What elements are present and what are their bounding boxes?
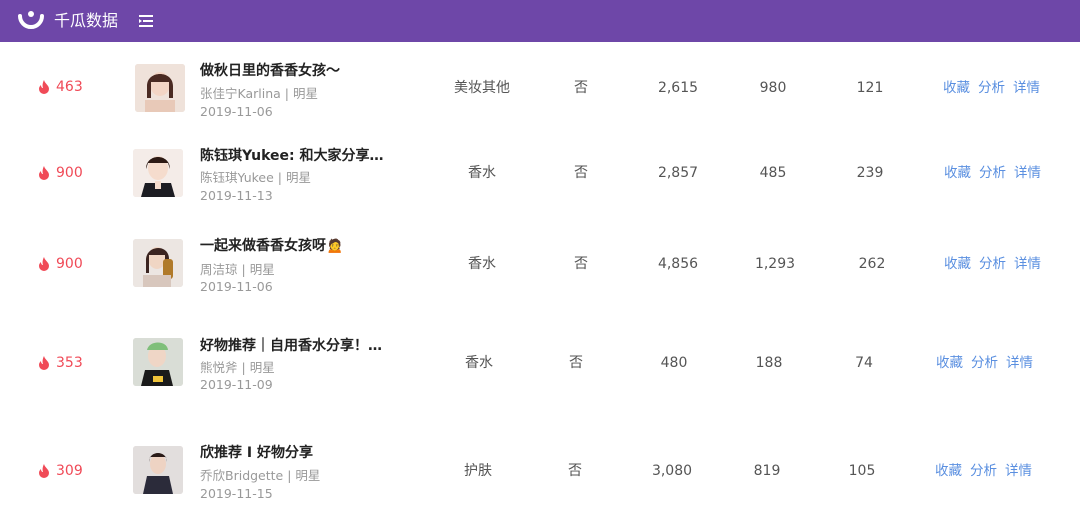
publish-date: 2019-11-06 xyxy=(200,104,273,119)
author-line: 熊悦斧 | 明星 xyxy=(200,360,275,375)
category: 香水 xyxy=(465,355,493,371)
category: 香水 xyxy=(468,256,496,272)
heat-value: 309 xyxy=(56,463,83,479)
note-title[interactable]: 一起来做香香女孩呀🙍 xyxy=(200,237,343,255)
favorite-link[interactable]: 收藏 xyxy=(943,79,970,97)
detail-link[interactable]: 详情 xyxy=(1006,354,1033,372)
category: 护肤 xyxy=(464,463,492,479)
author-name[interactable]: 熊悦斧 xyxy=(200,360,238,375)
author-name[interactable]: 陈钰琪Yukee xyxy=(200,170,274,185)
comments-count: 105 xyxy=(848,463,876,479)
table-row[interactable]: 900 陈钰琪Yukee: 和大家分享… 陈钰琪Yukee | 明星 2019-… xyxy=(0,131,1080,218)
author-line: 乔欣Bridgette | 明星 xyxy=(200,468,321,483)
detail-link[interactable]: 详情 xyxy=(1013,79,1040,97)
heat-score: 353 xyxy=(38,354,83,372)
author-role: 明星 xyxy=(295,468,321,483)
likes-count: 2,857 xyxy=(657,165,699,181)
favorite-link[interactable]: 收藏 xyxy=(944,255,971,273)
category: 美妆其他 xyxy=(454,80,510,96)
comments-count: 262 xyxy=(858,256,886,272)
heat-score: 309 xyxy=(38,462,83,480)
publish-date: 2019-11-09 xyxy=(200,377,273,392)
row-actions: 收藏 分析 详情 xyxy=(944,255,1041,273)
likes-count: 480 xyxy=(660,355,688,371)
author-name[interactable]: 乔欣Bridgette xyxy=(200,468,283,483)
commercial-flag: 否 xyxy=(569,355,583,371)
analyze-link[interactable]: 分析 xyxy=(971,354,998,372)
publish-date: 2019-11-06 xyxy=(200,279,273,294)
heat-value: 900 xyxy=(56,256,83,272)
qiangua-logo-icon[interactable] xyxy=(18,10,44,32)
collects-count: 819 xyxy=(753,463,781,479)
heat-score: 900 xyxy=(38,255,83,273)
comments-count: 121 xyxy=(856,80,884,96)
analyze-link[interactable]: 分析 xyxy=(970,462,997,480)
row-actions: 收藏 分析 详情 xyxy=(936,354,1033,372)
table-row[interactable]: 309 欣推荐 I 好物分享 乔欣Bridgette | 明星 2019-11-… xyxy=(0,424,1080,515)
heat-score: 900 xyxy=(38,164,83,182)
commercial-flag: 否 xyxy=(574,256,588,272)
author-role: 明星 xyxy=(292,86,318,101)
app-title: 千瓜数据 xyxy=(54,11,119,30)
analyze-link[interactable]: 分析 xyxy=(978,79,1005,97)
fire-icon xyxy=(39,80,49,94)
collects-count: 188 xyxy=(755,355,783,371)
author-role: 明星 xyxy=(285,170,311,185)
detail-link[interactable]: 详情 xyxy=(1005,462,1032,480)
note-title[interactable]: 好物推荐｜自用香水分享！… xyxy=(200,337,382,355)
avatar[interactable] xyxy=(133,446,183,494)
fire-icon xyxy=(39,166,49,180)
menu-fold-icon[interactable] xyxy=(138,13,154,29)
analyze-link[interactable]: 分析 xyxy=(979,164,1006,182)
favorite-link[interactable]: 收藏 xyxy=(936,354,963,372)
table-row[interactable]: 463 做秋日里的香香女孩～ 张佳宁Karlina | 明星 2019-11-0… xyxy=(0,42,1080,132)
table-row[interactable]: 353 好物推荐｜自用香水分享！… 熊悦斧 | 明星 2019-11-09 香水… xyxy=(0,318,1080,425)
table-row[interactable]: 900 一起来做香香女孩呀🙍 周洁琼 | 明星 2019-11-06 香水 否 … xyxy=(0,217,1080,319)
author-name[interactable]: 张佳宁Karlina xyxy=(200,86,281,101)
comments-count: 239 xyxy=(856,165,884,181)
collects-count: 980 xyxy=(759,80,787,96)
author-line: 周洁琼 | 明星 xyxy=(200,262,275,277)
row-actions: 收藏 分析 详情 xyxy=(943,79,1040,97)
likes-count: 3,080 xyxy=(651,463,693,479)
favorite-link[interactable]: 收藏 xyxy=(935,462,962,480)
author-line: 陈钰琪Yukee | 明星 xyxy=(200,170,311,185)
fire-icon xyxy=(39,257,49,271)
row-actions: 收藏 分析 详情 xyxy=(944,164,1041,182)
collects-count: 485 xyxy=(759,165,787,181)
avatar[interactable] xyxy=(133,149,183,197)
note-title[interactable]: 欣推荐 I 好物分享 xyxy=(200,444,313,462)
comments-count: 74 xyxy=(855,355,873,371)
favorite-link[interactable]: 收藏 xyxy=(944,164,971,182)
collects-count: 1,293 xyxy=(754,256,796,272)
commercial-flag: 否 xyxy=(574,80,588,96)
top-bar: 千瓜数据 xyxy=(0,0,1080,42)
row-actions: 收藏 分析 详情 xyxy=(935,462,1032,480)
fire-icon xyxy=(39,464,49,478)
heat-value: 353 xyxy=(56,355,83,371)
likes-count: 2,615 xyxy=(657,80,699,96)
author-line: 张佳宁Karlina | 明星 xyxy=(200,86,318,101)
author-name[interactable]: 周洁琼 xyxy=(200,262,238,277)
fire-icon xyxy=(39,356,49,370)
note-title[interactable]: 陈钰琪Yukee: 和大家分享… xyxy=(200,147,383,165)
publish-date: 2019-11-13 xyxy=(200,188,273,203)
detail-link[interactable]: 详情 xyxy=(1014,255,1041,273)
category: 香水 xyxy=(468,165,496,181)
note-title[interactable]: 做秋日里的香香女孩～ xyxy=(200,62,340,80)
commercial-flag: 否 xyxy=(568,463,582,479)
author-role: 明星 xyxy=(249,262,275,277)
author-role: 明星 xyxy=(249,360,275,375)
analyze-link[interactable]: 分析 xyxy=(979,255,1006,273)
avatar[interactable] xyxy=(133,239,183,287)
heat-value: 463 xyxy=(56,79,83,95)
publish-date: 2019-11-15 xyxy=(200,486,273,501)
avatar[interactable] xyxy=(135,64,185,112)
likes-count: 4,856 xyxy=(657,256,699,272)
detail-link[interactable]: 详情 xyxy=(1014,164,1041,182)
commercial-flag: 否 xyxy=(574,165,588,181)
avatar[interactable] xyxy=(133,338,183,386)
heat-value: 900 xyxy=(56,165,83,181)
heat-score: 463 xyxy=(38,78,83,96)
